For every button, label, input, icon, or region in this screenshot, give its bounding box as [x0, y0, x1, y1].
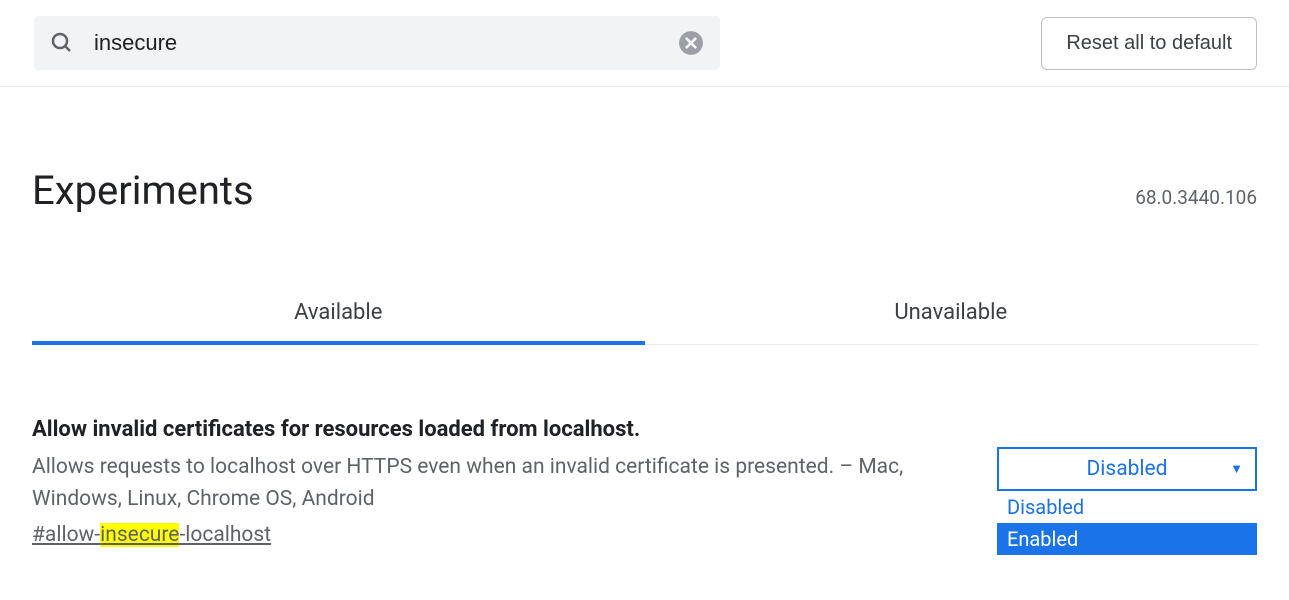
flag-select-label: Disabled [1086, 457, 1167, 481]
chevron-down-icon: ▼ [1230, 461, 1243, 477]
flag-hash-pre: #allow- [32, 523, 100, 547]
tab-available[interactable]: Available [32, 284, 645, 345]
search-icon [50, 31, 74, 55]
tab-unavailable[interactable]: Unavailable [645, 284, 1258, 344]
page-title: Experiments [32, 167, 254, 214]
flag-title: Allow invalid certificates for resources… [32, 417, 957, 442]
dropdown-option-disabled[interactable]: Disabled [997, 491, 1257, 523]
flag-control: Disabled ▼ Disabled Enabled [997, 417, 1257, 491]
version-text: 68.0.3440.106 [1135, 186, 1257, 209]
tabs: Available Unavailable [32, 284, 1257, 345]
flag-hash-post: -localhost [179, 523, 271, 547]
flag-hash-highlight: insecure [100, 523, 179, 547]
flag-item: Allow invalid certificates for resources… [32, 417, 1257, 547]
top-bar: Reset all to default [0, 0, 1289, 87]
clear-search-icon[interactable] [678, 30, 704, 56]
dropdown-option-enabled[interactable]: Enabled [997, 523, 1257, 555]
reset-all-button[interactable]: Reset all to default [1041, 17, 1257, 70]
header-row: Experiments 68.0.3440.106 [32, 167, 1257, 214]
flag-dropdown: Disabled Enabled [997, 491, 1257, 555]
flag-description: Allows requests to localhost over HTTPS … [32, 452, 957, 515]
search-input[interactable] [94, 30, 678, 56]
flag-hash-link[interactable]: #allow-insecure-localhost [32, 523, 271, 547]
search-container [34, 16, 720, 70]
flag-select[interactable]: Disabled ▼ [997, 447, 1257, 491]
flag-text: Allow invalid certificates for resources… [32, 417, 957, 547]
content: Experiments 68.0.3440.106 Available Unav… [0, 87, 1289, 547]
